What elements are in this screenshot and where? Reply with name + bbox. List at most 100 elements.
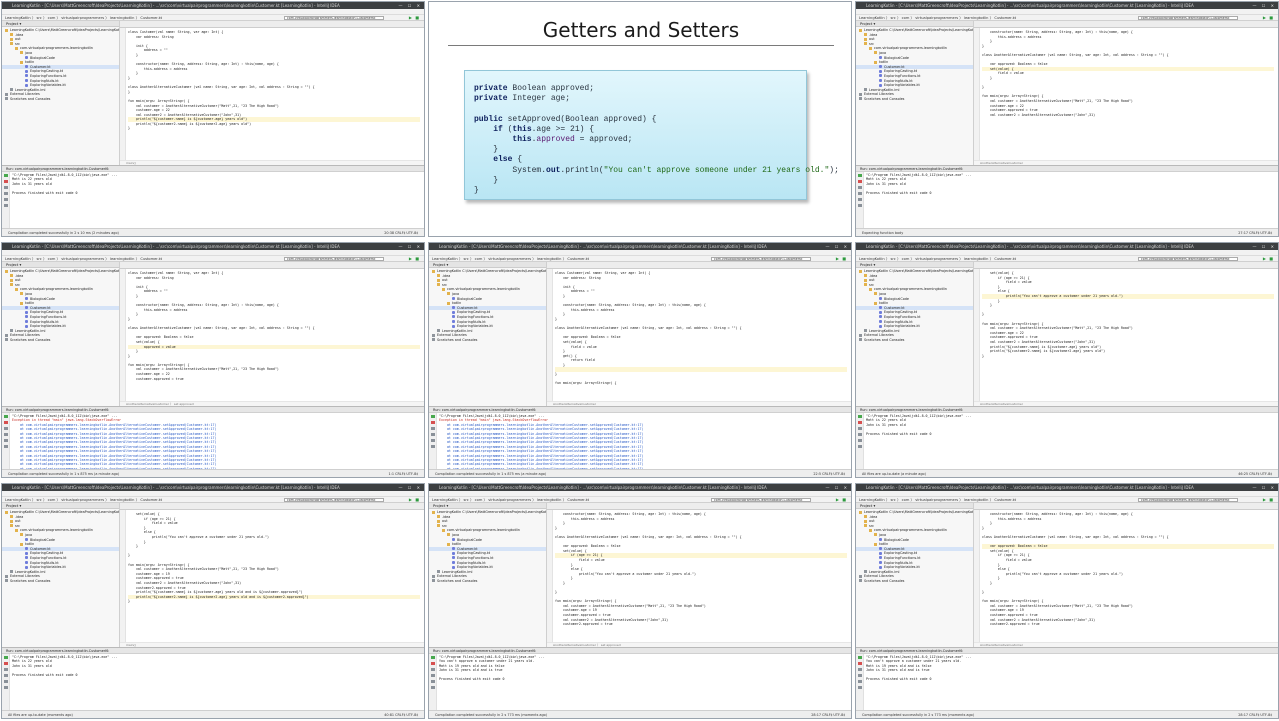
code-editor[interactable]: ExploringVariables.ktExploringFunctions.… [974,21,1278,165]
run-config-select[interactable]: com.virtualpairprogrammers.learningkotli… [711,257,811,261]
window-controls[interactable]: — ☐ ✕ [826,244,849,249]
run-button-icon[interactable]: ▶ ■ [836,257,847,261]
code-editor[interactable]: ExploringVariables.ktExploringFunctions.… [974,503,1278,647]
tool-icon[interactable] [4,192,8,195]
run-button-icon[interactable]: ▶ ■ [1263,498,1274,502]
status-position[interactable]: 20:38 CRLF‡ UTF-8‡ [384,229,418,236]
tool-icon[interactable] [858,198,862,201]
tool-icon[interactable] [858,686,862,689]
run-config-select[interactable]: com.virtualpairprogrammers.learningkotli… [1138,257,1238,261]
tool-icon[interactable] [858,668,862,671]
tree-item[interactable]: Scratches and Consoles [856,579,973,584]
tool-icon[interactable] [4,680,8,683]
tool-icon[interactable] [4,427,8,430]
rerun-icon[interactable] [431,415,435,418]
tool-icon[interactable] [858,192,862,195]
status-position[interactable]: 40:81 CRLF‡ UTF-8‡ [384,711,418,718]
window-controls[interactable]: — ☐ ✕ [1253,244,1276,249]
code-area[interactable]: set(value) { if (age >= 21) { field = va… [982,271,1274,358]
stop-icon[interactable] [4,180,8,183]
window-controls[interactable]: — ☐ ✕ [1253,3,1276,8]
rerun-icon[interactable] [4,656,8,659]
run-button-icon[interactable]: ▶ ■ [1263,257,1274,261]
run-config-select[interactable]: com.virtualpairprogrammers.learningkotli… [284,16,384,20]
status-position[interactable]: 22:5 CRLF‡ UTF-8‡ [813,470,845,477]
tool-icon[interactable] [4,668,8,671]
tool-icon[interactable] [4,186,8,189]
run-config-select[interactable]: com.virtualpairprogrammers.learningkotli… [284,257,384,261]
code-editor[interactable]: ExploringVariables.ktExploringFunctions.… [120,503,424,647]
tree-item[interactable]: Scratches and Consoles [2,97,119,102]
tool-icon[interactable] [431,680,435,683]
code-area[interactable]: constructor(name: String, address: Strin… [982,30,1274,117]
tool-icon[interactable] [858,439,862,442]
status-position[interactable]: 28:17 CRLF‡ UTF-8‡ [811,711,845,718]
rerun-icon[interactable] [858,415,862,418]
tool-icon[interactable] [858,445,862,448]
tool-icon[interactable] [858,427,862,430]
tool-icon[interactable] [4,204,8,207]
window-controls[interactable]: — ☐ ✕ [1253,485,1276,490]
code-area[interactable]: class Customer(val name: String, var age… [555,271,847,386]
status-position[interactable]: 28:17 CRLF‡ UTF-8‡ [1238,711,1272,718]
run-button-icon[interactable]: ▶ ■ [836,498,847,502]
tool-icon[interactable] [431,686,435,689]
tool-icon[interactable] [4,439,8,442]
tree-item[interactable]: Scratches and Consoles [2,579,119,584]
stop-icon[interactable] [4,662,8,665]
window-controls[interactable]: — ☐ ✕ [399,3,422,8]
tool-icon[interactable] [431,674,435,677]
tool-icon[interactable] [4,686,8,689]
tool-icon[interactable] [431,445,435,448]
status-position[interactable]: 1:1 CRLF‡ UTF-8‡ [389,470,418,477]
code-editor[interactable]: ExploringVariables.ktExploringFunctions.… [120,21,424,165]
code-area[interactable]: class Customer(val name: String, var age… [128,271,420,381]
run-button-icon[interactable]: ▶ ■ [409,257,420,261]
rerun-icon[interactable] [858,656,862,659]
rerun-icon[interactable] [4,174,8,177]
status-position[interactable]: 46:25 CRLF‡ UTF-8‡ [1238,470,1272,477]
run-config-select[interactable]: com.virtualpairprogrammers.learningkotli… [711,498,811,502]
stop-icon[interactable] [858,421,862,424]
code-area[interactable]: constructor(name: String, address: Strin… [982,512,1274,627]
code-editor[interactable]: ExploringVariables.ktExploringFunctions.… [547,262,851,406]
tree-item[interactable]: Scratches and Consoles [856,338,973,343]
tool-icon[interactable] [4,445,8,448]
tool-icon[interactable] [858,186,862,189]
rerun-icon[interactable] [431,656,435,659]
stop-icon[interactable] [858,662,862,665]
run-button-icon[interactable]: ▶ ■ [1263,16,1274,20]
tree-item[interactable]: Scratches and Consoles [856,97,973,102]
tool-icon[interactable] [4,198,8,201]
rerun-icon[interactable] [858,174,862,177]
run-button-icon[interactable]: ▶ ■ [409,498,420,502]
tool-icon[interactable] [858,204,862,207]
run-config-select[interactable]: com.virtualpairprogrammers.learningkotli… [1138,498,1238,502]
tool-icon[interactable] [4,433,8,436]
run-config-select[interactable]: com.virtualpairprogrammers.learningkotli… [284,498,384,502]
stop-icon[interactable] [858,180,862,183]
tool-icon[interactable] [431,433,435,436]
code-area[interactable]: set(value) { if (age >= 21) { field = va… [128,512,420,604]
stop-icon[interactable] [431,421,435,424]
stop-icon[interactable] [431,662,435,665]
code-editor[interactable]: ExploringVariables.ktExploringFunctions.… [974,262,1278,406]
code-editor[interactable]: ExploringVariables.ktExploringFunctions.… [547,503,851,647]
window-controls[interactable]: — ☐ ✕ [399,244,422,249]
tool-icon[interactable] [4,674,8,677]
code-area[interactable]: class Customer(val name: String, var age… [128,30,420,131]
tool-icon[interactable] [431,668,435,671]
window-controls[interactable]: — ☐ ✕ [826,485,849,490]
code-editor[interactable]: ExploringVariables.ktExploringFunctions.… [120,262,424,406]
tool-icon[interactable] [431,427,435,430]
run-button-icon[interactable]: ▶ ■ [409,16,420,20]
window-controls[interactable]: — ☐ ✕ [399,485,422,490]
tool-icon[interactable] [858,680,862,683]
code-area[interactable]: constructor(name: String, address: Strin… [555,512,847,627]
status-position[interactable]: 27:17 CRLF‡ UTF-8‡ [1238,229,1272,236]
tree-item[interactable]: Scratches and Consoles [429,338,546,343]
tool-icon[interactable] [858,433,862,436]
stop-icon[interactable] [4,421,8,424]
rerun-icon[interactable] [4,415,8,418]
run-config-select[interactable]: com.virtualpairprogrammers.learningkotli… [1138,16,1238,20]
